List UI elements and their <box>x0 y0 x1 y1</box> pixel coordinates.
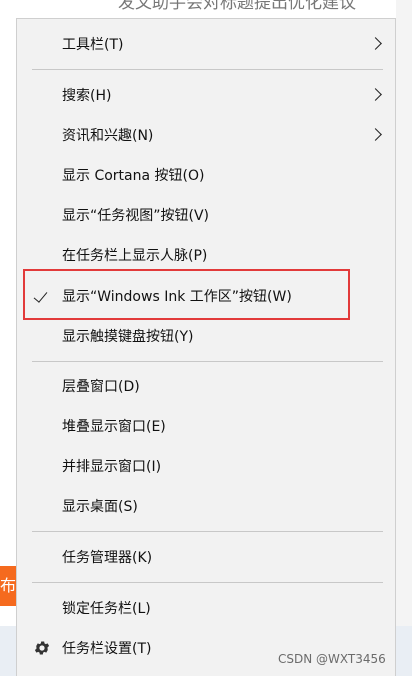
taskbar-context-menu: 工具栏(T) 搜索(H) 资讯和兴趣(N) 显示 Cortana 按钮(O) 显… <box>16 18 396 676</box>
menu-item-label: 任务管理器(K) <box>62 550 153 566</box>
menu-item-show-desktop[interactable]: 显示桌面(S) <box>17 487 395 527</box>
menu-item-task-manager[interactable]: 任务管理器(K) <box>17 538 395 578</box>
menu-item-label: 资讯和兴趣(N) <box>62 128 154 144</box>
menu-item-label: 锁定任务栏(L) <box>62 601 151 617</box>
chevron-right-icon <box>369 37 382 50</box>
menu-item-label: 任务栏设置(T) <box>62 641 152 657</box>
menu-item-label: 工具栏(T) <box>62 37 124 53</box>
csdn-watermark: CSDN @WXT3456 <box>278 652 386 666</box>
menu-item-label: 堆叠显示窗口(E) <box>62 419 166 435</box>
menu-item-cascade-windows[interactable]: 层叠窗口(D) <box>17 367 395 407</box>
menu-item-news-and-interests[interactable]: 资讯和兴趣(N) <box>17 116 395 156</box>
background-title-text: 发文助手会对标题提出优化建议 <box>118 0 356 13</box>
annotation-highlight-box <box>23 269 350 320</box>
background-orange-tab: 布 <box>0 566 16 606</box>
menu-item-label: 并排显示窗口(I) <box>62 459 162 475</box>
menu-item-label: 显示 Cortana 按钮(O) <box>62 168 205 184</box>
menu-separator <box>32 361 383 362</box>
menu-item-search[interactable]: 搜索(H) <box>17 76 395 116</box>
menu-item-show-touch-keyboard[interactable]: 显示触摸键盘按钮(Y) <box>17 317 395 357</box>
menu-item-label: 层叠窗口(D) <box>62 379 140 395</box>
menu-item-lock-taskbar[interactable]: 锁定任务栏(L) <box>17 589 395 629</box>
menu-item-label: 显示“任务视图”按钮(V) <box>62 208 210 224</box>
menu-item-show-cortana[interactable]: 显示 Cortana 按钮(O) <box>17 156 395 196</box>
menu-item-show-task-view[interactable]: 显示“任务视图”按钮(V) <box>17 196 395 236</box>
menu-item-label: 搜索(H) <box>62 88 112 104</box>
menu-item-label: 显示触摸键盘按钮(Y) <box>62 329 194 345</box>
background-scroll-strip <box>396 0 412 676</box>
menu-item-label: 显示桌面(S) <box>62 499 138 515</box>
chevron-right-icon <box>369 88 382 101</box>
gear-icon <box>34 641 50 655</box>
menu-item-toolbars[interactable]: 工具栏(T) <box>17 25 395 65</box>
menu-separator <box>32 582 383 583</box>
menu-item-stack-windows[interactable]: 堆叠显示窗口(E) <box>17 407 395 447</box>
menu-separator <box>32 531 383 532</box>
menu-item-side-by-side-windows[interactable]: 并排显示窗口(I) <box>17 447 395 487</box>
chevron-right-icon <box>369 128 382 141</box>
menu-separator <box>32 69 383 70</box>
